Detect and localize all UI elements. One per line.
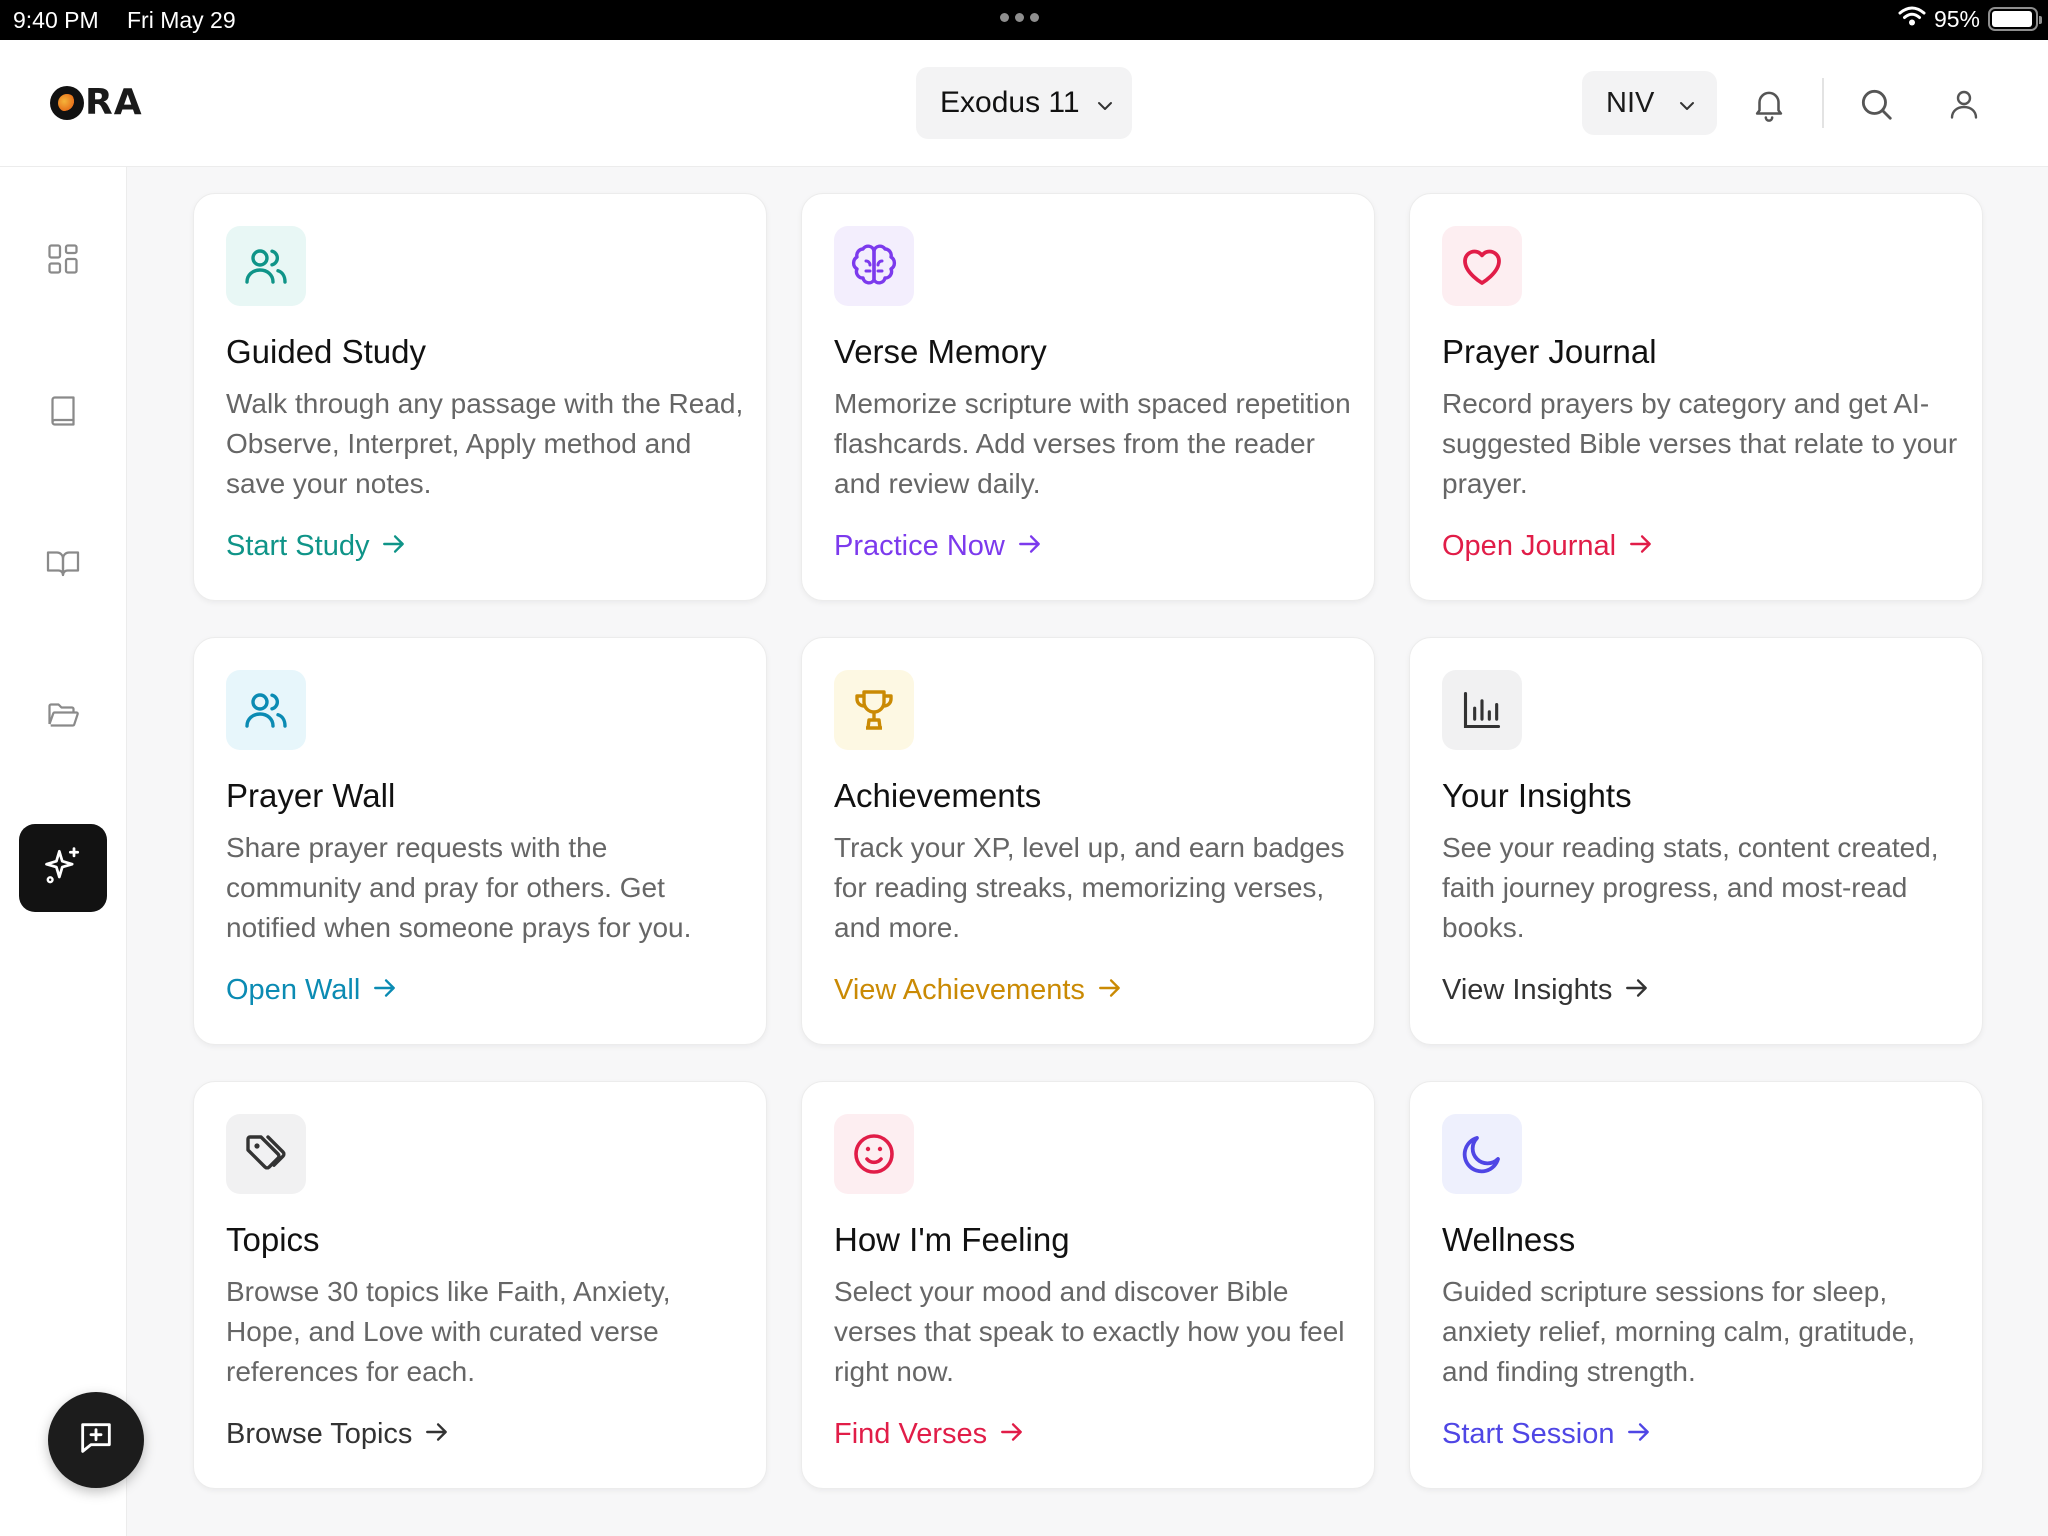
logo-mark [50,85,84,120]
sparkles-icon [41,844,85,893]
trophy-icon [834,670,914,750]
chevron-down-icon [1096,86,1114,120]
card-title: Your Insights [1442,777,1632,814]
wifi-icon [1898,5,1926,33]
new-chat-button[interactable] [48,1392,144,1488]
card-action-link[interactable]: Start Session [1442,1418,1652,1451]
feature-card-verse-memory[interactable]: Verse Memory Memorize scripture with spa… [801,193,1375,601]
card-description: Browse 30 topics like Faith, Anxiety, Ho… [226,1276,671,1387]
card-title: Wellness [1442,1221,1576,1258]
card-description: Guided scripture sessions for sleep, anx… [1442,1276,1916,1387]
sidebar [0,167,127,1536]
card-description: Walk through any passage with the Read, … [226,388,744,499]
card-title: Prayer Wall [226,777,396,814]
card-description: Select your mood and discover Bible vers… [834,1276,1345,1387]
card-description: Track your XP, level up, and earn badges… [834,832,1345,943]
card-action-label: Find Verses [834,1418,988,1450]
card-title: Topics [226,1221,320,1258]
card-title: Prayer Journal [1442,333,1657,370]
card-description: Memorize scripture with spaced repetitio… [834,388,1351,499]
battery-icon [1988,7,2042,31]
feature-card-guided-study[interactable]: Guided Study Walk through any passage wi… [193,193,767,601]
card-title: How I'm Feeling [834,1221,1070,1258]
search-icon[interactable] [1856,84,1896,124]
card-action-link[interactable]: Start Study [226,530,407,563]
ai-assistant-button[interactable] [19,824,107,912]
status-date: Fri May 29 [127,7,236,33]
card-action-link[interactable]: Find Verses [834,1418,1025,1451]
moon-icon [1442,1114,1522,1194]
card-action-label: Start Study [226,530,370,562]
card-action-label: Browse Topics [226,1418,413,1450]
bar-chart-icon [1442,670,1522,750]
arrow-right-icon [424,1418,450,1451]
feature-card-achievements[interactable]: Achievements Track your XP, level up, an… [801,637,1375,1045]
feature-card-prayer-journal[interactable]: Prayer Journal Record prayers by categor… [1409,193,1983,601]
card-description: Record prayers by category and get AI-su… [1442,388,1958,499]
arrow-right-icon [1017,530,1043,563]
chevron-down-icon [1678,87,1696,120]
card-action-label: Open Journal [1442,530,1617,562]
feature-card-topics[interactable]: Topics Browse 30 topics like Faith, Anxi… [193,1081,767,1489]
bell-icon[interactable] [1749,84,1789,124]
translation-selector[interactable]: NIV [1582,71,1717,135]
users-icon [226,226,306,306]
card-action-link[interactable]: Open Wall [226,974,398,1007]
card-title: Achievements [834,777,1042,814]
smile-icon [834,1114,914,1194]
tags-icon [226,1114,306,1194]
folder-open-icon[interactable] [43,695,83,735]
user-profile-icon[interactable] [1944,84,1984,124]
card-action-link[interactable]: Browse Topics [226,1418,450,1451]
arrow-right-icon [1624,974,1650,1007]
ora-logo[interactable]: RA [50,82,143,123]
arrow-right-icon [381,530,407,563]
feature-card-prayer-wall[interactable]: Prayer Wall Share prayer requests with t… [193,637,767,1045]
arrow-right-icon [1097,974,1123,1007]
feature-card-wellness[interactable]: Wellness Guided scripture sessions for s… [1409,1081,1983,1489]
card-action-link[interactable]: Open Journal [1442,530,1654,563]
status-time: 9:40 PM [13,7,99,33]
translation-label: NIV [1606,86,1655,119]
card-action-label: Practice Now [834,530,1005,562]
message-plus-icon [76,1418,116,1463]
book-icon[interactable] [43,391,83,431]
users-icon [226,670,306,750]
multitasking-dots[interactable] [1000,13,1039,22]
card-action-label: View Insights [1442,974,1613,1006]
logo-text: RA [85,82,143,123]
arrow-right-icon [1626,1418,1652,1451]
header-divider [1822,78,1824,128]
card-title: Verse Memory [834,333,1047,370]
card-description: See your reading stats, content created,… [1442,832,1939,943]
battery-percent: 95% [1933,5,1980,32]
app-header: RA Exodus 11 NIV [0,40,2048,167]
card-action-label: Open Wall [226,974,361,1006]
card-title: Guided Study [226,333,426,370]
arrow-right-icon [999,1418,1025,1451]
passage-label: Exodus 11 [940,86,1080,119]
arrow-right-icon [1628,530,1654,563]
card-action-link[interactable]: Practice Now [834,530,1043,563]
feature-card-how-im-feeling[interactable]: How I'm Feeling Select your mood and dis… [801,1081,1375,1489]
card-action-link[interactable]: View Insights [1442,974,1650,1007]
arrow-right-icon [372,974,398,1007]
open-book-icon[interactable] [43,543,83,583]
feature-card-your-insights[interactable]: Your Insights See your reading stats, co… [1409,637,1983,1045]
card-action-link[interactable]: View Achievements [834,974,1123,1007]
brain-icon [834,226,914,306]
card-action-label: Start Session [1442,1418,1615,1450]
passage-selector[interactable]: Exodus 11 [916,67,1132,139]
heart-icon [1442,226,1522,306]
card-description: Share prayer requests with the community… [226,832,692,943]
dashboard-icon[interactable] [43,239,83,279]
status-bar: 9:40 PM Fri May 29 95% [0,0,2048,40]
card-action-label: View Achievements [834,974,1085,1006]
